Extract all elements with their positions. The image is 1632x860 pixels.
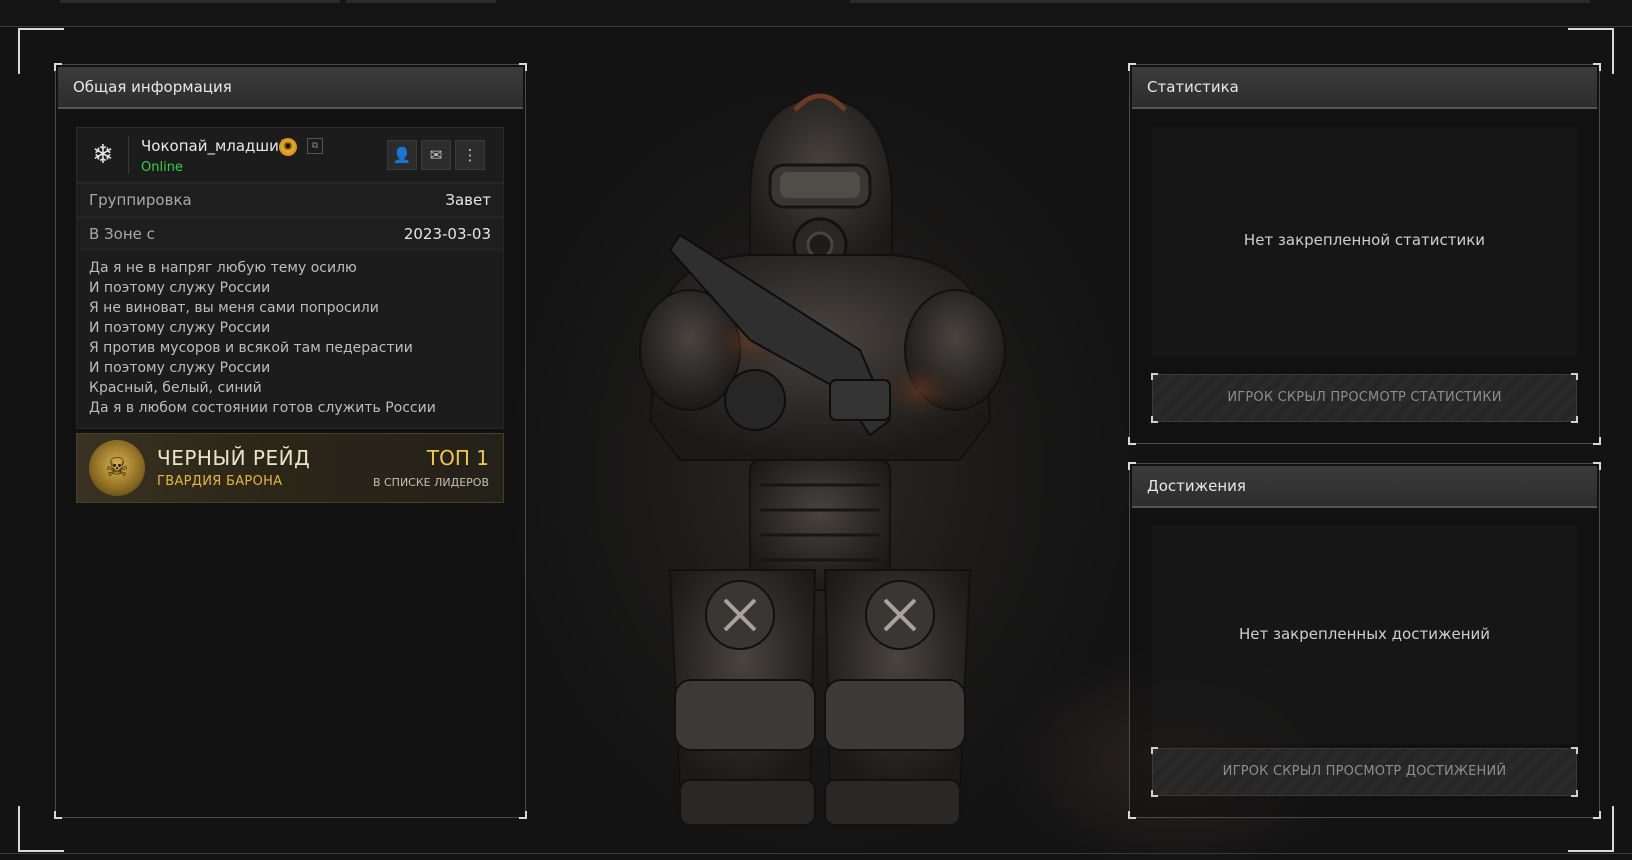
add-friend-button[interactable]: 👤 [387,140,417,170]
statistics-hidden-text: ИГРОК СКРЫЛ ПРОСМОТР СТАТИСТИКИ [1227,390,1502,405]
zone-since-label: В Зоне с [89,225,155,243]
gold-rank-icon: ✺ [279,138,297,156]
corner-bracket [1571,373,1578,380]
corner-bracket [1128,437,1136,445]
achievements-empty-text: Нет закрепленных достижений [1238,625,1491,643]
corner-bracket [1571,747,1578,754]
more-options-button[interactable]: ⋮ [455,140,485,170]
faction-label: Группировка [89,191,192,209]
faction-value: Завет [445,191,491,209]
raid-leaderboard-card[interactable]: ☠ ЧЕРНЫЙ РЕЙД ГВАРДИЯ БАРОНА ТОП 1 В СПИ… [76,433,504,503]
bio-line: Красный, белый, синий [89,380,262,396]
player-card: ❄ Чокопай_младший ✺ ⧉ Online 👤 ✉ ⋮ [76,127,504,183]
divider [128,136,129,174]
corner-bracket [1593,437,1601,445]
achievements-title: Достижения [1132,466,1597,508]
message-button[interactable]: ✉ [421,140,451,170]
top-bar [0,0,1632,27]
corner-bracket [1571,416,1578,423]
bio-line: Я не виноват, вы меня сами попросили [89,300,379,316]
corner-bracket [54,811,62,819]
bio-line: Да я не в напряг любую тему осилю [89,260,357,276]
corner-bracket [1151,416,1158,423]
character-model[interactable] [600,90,1040,840]
top-bar-segment [850,0,1590,3]
raid-subtitle: ГВАРДИЯ БАРОНА [157,474,283,489]
bio-line: И поэтому служу России [89,320,271,336]
corner-bracket [1151,790,1158,797]
raid-rank-caption: В СПИСКЕ ЛИДЕРОВ [372,476,489,489]
bottom-divider [0,853,1632,860]
raid-title: ЧЕРНЫЙ РЕЙД [157,446,311,470]
corner-bracket [519,811,527,819]
online-status: Online [141,160,183,175]
achievements-panel: Достижения Нет закрепленных достижений И… [1128,462,1601,819]
statistics-empty-area: Нет закрепленной статистики [1152,127,1577,357]
statistics-title: Статистика [1132,67,1597,109]
corner-bracket [1128,811,1136,819]
statistics-empty-text: Нет закрепленной статистики [1243,231,1486,249]
player-nickname: Чокопай_младший [141,137,289,155]
corner-bracket [1593,811,1601,819]
bio-line: И поэтому служу России [89,360,271,376]
achievements-empty-area: Нет закрепленных достижений [1152,526,1577,744]
raid-rank: ТОП 1 [426,446,489,470]
bio-line: Я против мусоров и всякой там педерастии [89,340,413,356]
general-info-panel: Общая информация ❄ Чокопай_младший ✺ ⧉ O… [54,63,527,819]
copy-icon[interactable]: ⧉ [307,138,323,154]
player-bio: Да я не в напряг любую тему осилю И поэт… [76,249,504,429]
achievements-hidden-notice: ИГРОК СКРЫЛ ПРОСМОТР ДОСТИЖЕНИЙ [1151,747,1578,797]
corner-bracket [1151,747,1158,754]
top-bar-segment [60,0,340,3]
zone-since-value: 2023-03-03 [403,225,491,243]
zone-since-row: В Зоне с 2023-03-03 [76,217,504,251]
snowflake-icon: ❄ [92,140,114,170]
skull-crown-icon: ☠ [89,440,145,496]
statistics-panel: Статистика Нет закрепленной статистики И… [1128,63,1601,445]
achievements-hidden-text: ИГРОК СКРЫЛ ПРОСМОТР ДОСТИЖЕНИЙ [1222,764,1507,779]
corner-bracket [1571,790,1578,797]
corner-bracket [1151,373,1158,380]
top-bar-segment [346,0,496,3]
faction-row: Группировка Завет [76,183,504,217]
general-info-title: Общая информация [58,67,523,109]
bio-line: Да я в любом состоянии готов служить Рос… [89,400,436,416]
bio-line: И поэтому служу России [89,280,271,296]
statistics-hidden-notice: ИГРОК СКРЫЛ ПРОСМОТР СТАТИСТИКИ [1151,373,1578,423]
